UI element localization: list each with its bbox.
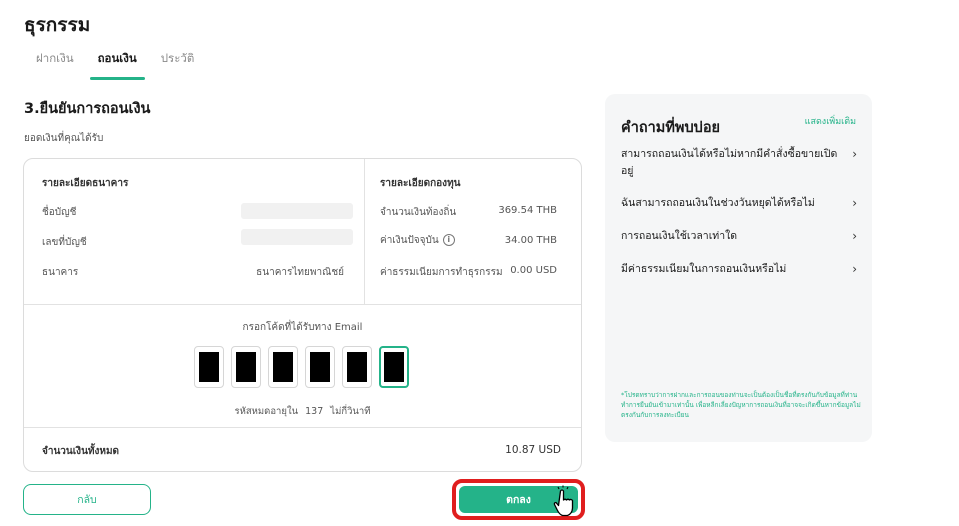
faq-question: ฉันสามารถถอนเงินในช่วงวันหยุดได้หรือไม่: [621, 197, 815, 209]
faq-item-open-orders[interactable]: สามารถถอนเงินได้หรือไม่หากมีคำสั่งซื้อขา…: [621, 146, 857, 180]
row-divider: [24, 304, 581, 305]
row-divider: [24, 427, 581, 428]
faq-note: *โปรดทราบว่าการฝากและการถอนของท่านจะเป็น…: [621, 391, 861, 419]
pointing-hand-icon: [553, 485, 574, 517]
otp-digit-mask: [310, 352, 330, 382]
otp-timer: รหัสหมดอายุใน 137 ไม่กี่วินาที: [24, 404, 581, 419]
back-button[interactable]: กลับ: [23, 484, 151, 515]
fund-details-heading: รายละเอียดกองทุน: [380, 178, 461, 189]
current-value-label-row: ค่าเงินปัจจุบัน i: [380, 233, 455, 248]
faq-item-holidays[interactable]: ฉันสามารถถอนเงินในช่วงวันหยุดได้หรือไม่ …: [621, 195, 857, 212]
otp-digit-mask: [199, 352, 219, 382]
otp-digit-mask: [384, 352, 404, 382]
current-value-label: ค่าเงินปัจจุบัน: [380, 235, 439, 246]
otp-digit-input[interactable]: [342, 346, 372, 388]
faq-item-duration[interactable]: การถอนเงินใช้เวลาเท่าใด ›: [621, 228, 857, 245]
tab-history[interactable]: ประวัติ: [149, 48, 207, 80]
faq-question: มีค่าธรรมเนียมในการถอนเงินหรือไม่: [621, 263, 787, 275]
otp-digit-mask: [347, 352, 367, 382]
chevron-right-icon: ›: [852, 196, 857, 210]
faq-question: สามารถถอนเงินได้หรือไม่หากมีคำสั่งซื้อขา…: [621, 148, 838, 177]
transaction-tabs: ฝากเงิน ถอนเงิน ประวัติ: [24, 48, 206, 80]
otp-digit-input[interactable]: [231, 346, 261, 388]
otp-digit-input[interactable]: [305, 346, 335, 388]
account-number-value: [241, 229, 353, 245]
otp-digit-input[interactable]: [268, 346, 298, 388]
total-label: จำนวนเงินทั้งหมด: [42, 446, 120, 457]
step-title: 3.ยืนยันการถอนเงิน: [24, 101, 151, 117]
bank-value: ธนาคารไทยพาณิชย์: [256, 267, 344, 278]
info-icon[interactable]: i: [442, 234, 455, 246]
page-title: ธุรกรรม: [24, 14, 91, 36]
faq-title: คำถามที่พบบ่อย: [621, 120, 721, 136]
timer-suffix: ไม่กี่วินาที: [330, 406, 371, 417]
otp-digit-mask: [236, 352, 256, 382]
chevron-right-icon: ›: [852, 262, 857, 276]
account-name-label: ชื่อบัญชี: [42, 207, 77, 218]
timer-seconds: 137: [305, 406, 324, 417]
account-number-label: เลขที่บัญชี: [42, 237, 87, 248]
timer-prefix: รหัสหมดอายุใน: [234, 406, 299, 417]
current-value-value: 34.00 THB: [504, 235, 557, 246]
bank-label: ธนาคาร: [42, 267, 79, 278]
withdraw-summary-card: รายละเอียดธนาคาร ชื่อบัญชี เลขที่บัญชี ธ…: [23, 158, 582, 472]
tab-deposit[interactable]: ฝากเงิน: [24, 48, 86, 80]
otp-label: กรอกโค้ดที่ได้รับทาง Email: [242, 322, 363, 333]
tab-withdraw[interactable]: ถอนเงิน: [86, 48, 149, 80]
faq-item-fees[interactable]: มีค่าธรรมเนียมในการถอนเงินหรือไม่ ›: [621, 261, 857, 278]
receive-label: ยอดเงินที่คุณได้รับ: [24, 133, 104, 144]
otp-digit-input[interactable]: [379, 346, 409, 388]
local-amount-label: จำนวนเงินท้องถิ่น: [380, 207, 457, 218]
faq-question: การถอนเงินใช้เวลาเท่าใด: [621, 230, 738, 242]
faq-panel: คำถามที่พบบ่อย แสดงเพิ่มเติม สามารถถอนเง…: [605, 94, 872, 442]
otp-input-group: [194, 346, 409, 388]
faq-show-more-link[interactable]: แสดงเพิ่มเติม: [805, 114, 856, 128]
chevron-right-icon: ›: [852, 229, 857, 243]
chevron-right-icon: ›: [852, 147, 857, 161]
column-divider: [364, 159, 365, 304]
account-name-value: [241, 203, 353, 219]
bank-details-heading: รายละเอียดธนาคาร: [42, 178, 129, 189]
otp-digit-mask: [273, 352, 293, 382]
total-value: 10.87 USD: [505, 444, 561, 456]
local-amount-value: 369.54 THB: [498, 205, 557, 216]
fee-value: 0.00 USD: [510, 265, 557, 276]
otp-digit-input[interactable]: [194, 346, 224, 388]
confirm-highlight: ตกลง: [452, 479, 585, 520]
